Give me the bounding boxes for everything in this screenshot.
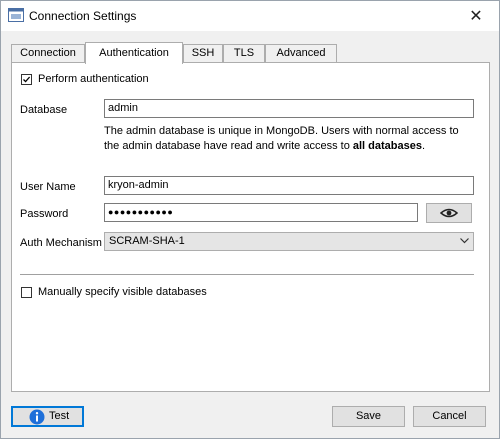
close-icon: ✕ bbox=[469, 8, 483, 25]
test-button-label: Test bbox=[49, 410, 70, 422]
manual-databases-checkbox[interactable] bbox=[21, 287, 32, 298]
password-label: Password bbox=[20, 208, 69, 220]
password-field[interactable]: ●●●●●●●●●●● bbox=[104, 203, 418, 222]
perform-authentication-label: Perform authentication bbox=[38, 73, 149, 85]
tab-authentication[interactable]: Authentication bbox=[85, 42, 183, 64]
close-button[interactable]: ✕ bbox=[453, 1, 499, 31]
tab-connection[interactable]: Connection bbox=[11, 44, 85, 62]
title-bar: Connection Settings ✕ bbox=[1, 1, 499, 31]
cancel-button[interactable]: Cancel bbox=[413, 406, 486, 427]
auth-mechanism-select[interactable]: SCRAM-SHA-1 bbox=[104, 232, 474, 251]
chevron-down-icon bbox=[460, 238, 469, 244]
info-icon bbox=[29, 409, 45, 425]
username-label: User Name bbox=[20, 181, 76, 193]
username-field[interactable]: kryon-admin bbox=[104, 176, 474, 195]
perform-authentication-checkbox[interactable] bbox=[21, 74, 32, 85]
manual-databases-label: Manually specify visible databases bbox=[38, 286, 207, 298]
database-label: Database bbox=[20, 104, 68, 116]
eye-icon bbox=[440, 208, 458, 218]
checkmark-icon bbox=[23, 76, 31, 83]
connection-settings-window: Connection Settings ✕ Connection Authent… bbox=[0, 0, 500, 439]
database-field[interactable]: admin bbox=[104, 99, 474, 118]
tab-tls[interactable]: TLS bbox=[223, 44, 265, 62]
test-button[interactable]: Test bbox=[11, 406, 84, 427]
auth-mechanism-label: Auth Mechanism bbox=[20, 237, 102, 249]
section-divider bbox=[20, 274, 474, 275]
window-icon bbox=[8, 8, 24, 22]
admin-database-info: The admin database is unique in MongoDB.… bbox=[104, 125, 459, 152]
tab-ssh[interactable]: SSH bbox=[183, 44, 223, 62]
save-button[interactable]: Save bbox=[332, 406, 405, 427]
show-password-button[interactable] bbox=[426, 203, 472, 223]
tab-advanced[interactable]: Advanced bbox=[265, 44, 337, 62]
auth-mechanism-value: SCRAM-SHA-1 bbox=[109, 235, 185, 247]
window-title: Connection Settings bbox=[29, 9, 137, 23]
